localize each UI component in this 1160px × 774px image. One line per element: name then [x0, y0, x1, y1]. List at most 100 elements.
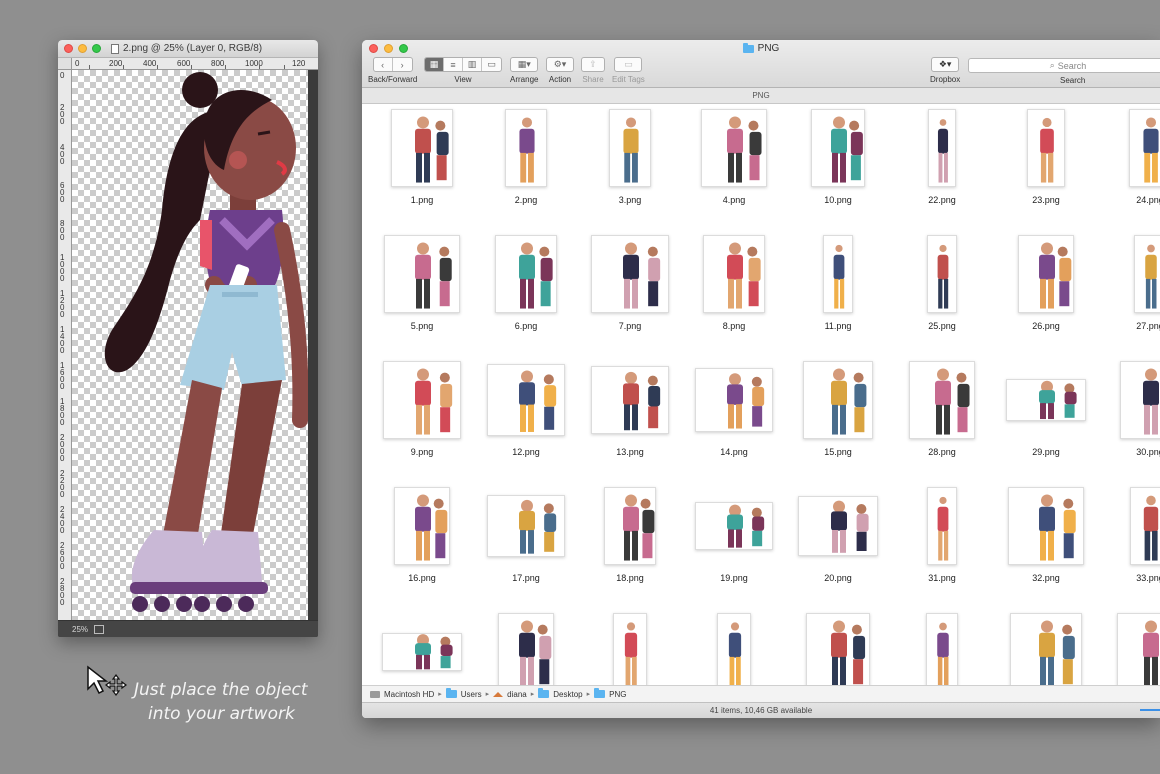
file-thumbnail[interactable]	[811, 109, 865, 187]
file-item[interactable]: 27.png	[1100, 231, 1160, 341]
file-item[interactable]: 15.png	[788, 357, 888, 467]
file-item[interactable]: 30.png	[1100, 357, 1160, 467]
file-item[interactable]: 7.png	[580, 231, 680, 341]
file-thumbnail[interactable]	[823, 235, 853, 313]
vertical-ruler[interactable]: 0 200 400 600 800 1000 1200 1400 1600 18…	[58, 70, 72, 620]
file-item[interactable]: 31.png	[892, 483, 992, 593]
file-item[interactable]	[476, 609, 576, 685]
path-png[interactable]: PNG	[609, 690, 626, 699]
ruler-origin[interactable]	[58, 58, 72, 70]
file-item[interactable]: 22.png	[892, 105, 992, 215]
file-thumbnail[interactable]	[928, 109, 956, 187]
file-thumbnail[interactable]	[591, 366, 669, 434]
action-gear-button[interactable]: ⚙▾	[547, 58, 573, 71]
file-item[interactable]: 28.png	[892, 357, 992, 467]
file-item[interactable]: 5.png	[372, 231, 472, 341]
path-users[interactable]: Users	[461, 690, 482, 699]
file-thumbnail[interactable]	[1129, 109, 1160, 187]
file-item[interactable]: 2.png	[476, 105, 576, 215]
file-item[interactable]	[892, 609, 992, 685]
file-thumbnail[interactable]	[609, 109, 651, 187]
horizontal-ruler[interactable]: 0 200 400 600 800 1000 120	[72, 58, 318, 70]
file-item[interactable]: 25.png	[892, 231, 992, 341]
file-item[interactable]: 12.png	[476, 357, 576, 467]
path-macintosh-hd[interactable]: Macintosh HD	[384, 690, 434, 699]
file-thumbnail[interactable]	[695, 502, 773, 550]
file-thumbnail[interactable]	[806, 613, 870, 685]
file-thumbnail[interactable]	[1130, 487, 1160, 565]
file-thumbnail[interactable]	[803, 361, 873, 439]
file-item[interactable]: 4.png	[684, 105, 784, 215]
file-thumbnail[interactable]	[382, 633, 462, 671]
arrange-button[interactable]: ▦▾	[511, 58, 537, 71]
file-thumbnail[interactable]	[695, 368, 773, 432]
file-thumbnail[interactable]	[487, 364, 565, 436]
file-item[interactable]: 19.png	[684, 483, 784, 593]
file-item[interactable]: 23.png	[996, 105, 1096, 215]
path-desktop[interactable]: Desktop	[553, 690, 582, 699]
file-item[interactable]: 3.png	[580, 105, 680, 215]
file-item[interactable]: 13.png	[580, 357, 680, 467]
file-item[interactable]	[788, 609, 888, 685]
file-thumbnail[interactable]	[1120, 361, 1160, 439]
file-thumbnail[interactable]	[384, 235, 460, 313]
file-thumbnail[interactable]	[1027, 109, 1065, 187]
tag-icon[interactable]: ▭	[615, 58, 641, 71]
icon-size-slider[interactable]	[1140, 709, 1160, 711]
ps-vertical-scrollbar[interactable]	[308, 70, 318, 620]
file-thumbnail[interactable]	[701, 109, 767, 187]
file-item[interactable]: 6.png	[476, 231, 576, 341]
file-item[interactable]: 29.png	[996, 357, 1096, 467]
file-thumbnail[interactable]	[717, 613, 751, 685]
file-item[interactable]	[1100, 609, 1160, 685]
file-thumbnail[interactable]	[391, 109, 453, 187]
file-thumbnail[interactable]	[926, 613, 958, 685]
file-thumbnail[interactable]	[1010, 613, 1082, 685]
file-thumbnail[interactable]	[495, 235, 557, 313]
file-thumbnail[interactable]	[487, 495, 565, 557]
file-thumbnail[interactable]	[909, 361, 975, 439]
file-thumbnail[interactable]	[798, 496, 878, 556]
file-thumbnail[interactable]	[383, 361, 461, 439]
file-item[interactable]: 10.png	[788, 105, 888, 215]
file-thumbnail[interactable]	[613, 613, 647, 685]
file-item[interactable]	[372, 609, 472, 685]
file-thumbnail[interactable]	[394, 487, 450, 565]
file-thumbnail[interactable]	[1134, 235, 1160, 313]
file-item[interactable]: 33.png	[1100, 483, 1160, 593]
file-item[interactable]: 17.png	[476, 483, 576, 593]
file-item[interactable]: 1.png	[372, 105, 472, 215]
file-thumbnail[interactable]	[604, 487, 656, 565]
file-thumbnail[interactable]	[927, 235, 957, 313]
file-thumbnail[interactable]	[498, 613, 554, 685]
file-item[interactable]: 14.png	[684, 357, 784, 467]
path-diana[interactable]: diana	[507, 690, 527, 699]
back-button[interactable]: ‹	[374, 58, 393, 71]
file-item[interactable]: 20.png	[788, 483, 888, 593]
gallery-view-button[interactable]: ▭	[482, 58, 501, 71]
file-item[interactable]	[580, 609, 680, 685]
file-item[interactable]	[684, 609, 784, 685]
file-item[interactable]: 18.png	[580, 483, 680, 593]
file-item[interactable]: 32.png	[996, 483, 1096, 593]
dropbox-icon[interactable]: ❖▾	[932, 58, 958, 71]
close-button[interactable]	[64, 44, 73, 53]
ps-title-bar[interactable]: 2.png @ 25% (Layer 0, RGB/8)	[58, 40, 318, 58]
zoom-level[interactable]: 25%	[72, 625, 88, 634]
forward-button[interactable]: ›	[393, 58, 412, 71]
ps-canvas[interactable]	[72, 70, 308, 620]
icon-view-button[interactable]: ▦	[425, 58, 444, 71]
file-thumbnail[interactable]	[927, 487, 957, 565]
list-view-button[interactable]: ≡	[444, 58, 463, 71]
share-icon[interactable]	[94, 624, 105, 634]
share-icon[interactable]: ⇪	[582, 58, 604, 71]
file-thumbnail[interactable]	[591, 235, 669, 313]
file-thumbnail[interactable]	[1008, 487, 1084, 565]
file-item[interactable]	[996, 609, 1096, 685]
file-item[interactable]: 9.png	[372, 357, 472, 467]
file-thumbnail[interactable]	[703, 235, 765, 313]
file-item[interactable]: 8.png	[684, 231, 784, 341]
file-item[interactable]: 11.png	[788, 231, 888, 341]
search-input[interactable]: ⌕ Search	[968, 58, 1160, 73]
file-thumbnail[interactable]	[505, 109, 547, 187]
